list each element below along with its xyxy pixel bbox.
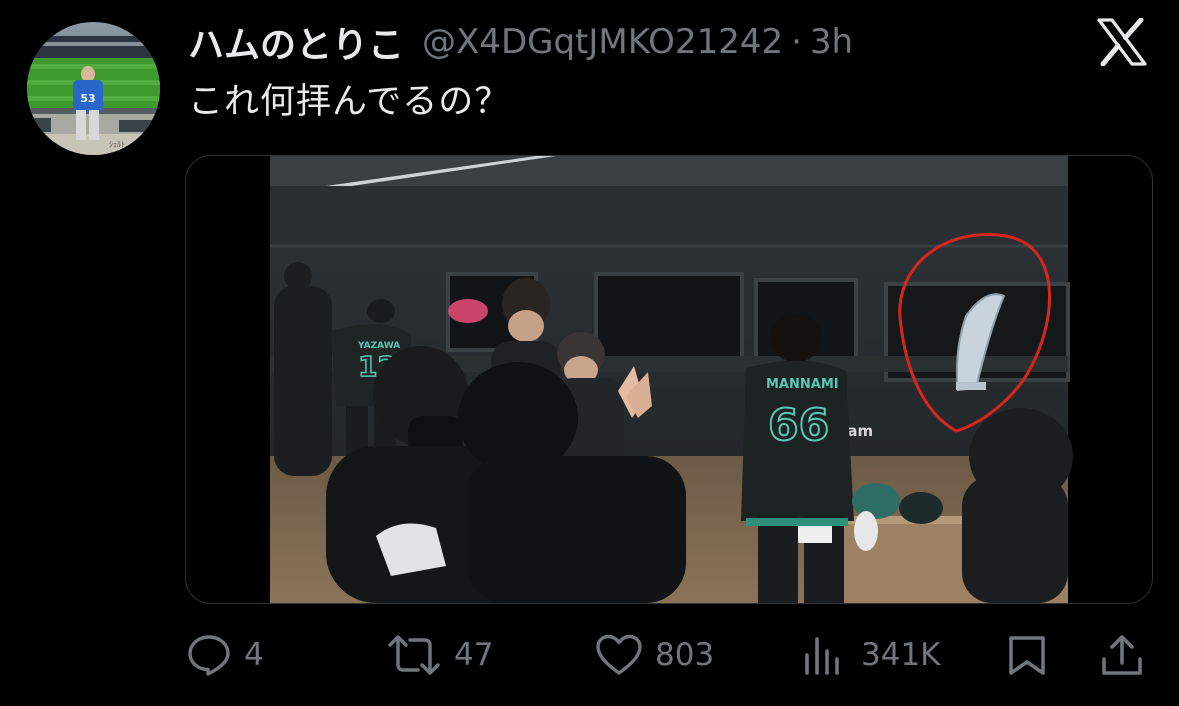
- display-name[interactable]: ハムのとりこ: [188, 16, 404, 68]
- tweet[interactable]: 53 ｼｪﾙﾄ ハムのとりこ @X4DGqtJMKO21242 · 3h これ何…: [0, 0, 1179, 706]
- speech-bubble-icon: [186, 633, 232, 677]
- reply-count: 4: [244, 637, 264, 673]
- timestamp[interactable]: 3h: [810, 22, 853, 62]
- views-button[interactable]: 341K: [801, 625, 941, 685]
- avatar-image: 53 ｼｪﾙﾄ: [27, 22, 160, 155]
- like-button[interactable]: 803: [595, 625, 714, 685]
- reply-button[interactable]: 4: [186, 625, 264, 685]
- bookmark-icon: [1005, 633, 1049, 677]
- retweet-arrows-icon: [386, 633, 442, 677]
- share-upload-icon: [1100, 633, 1144, 677]
- x-logo-icon[interactable]: [1097, 17, 1147, 67]
- tweet-media[interactable]: nham YAZAWA 12 MANNAMI 66: [185, 155, 1153, 604]
- avatar-jersey-number: 53: [80, 92, 95, 105]
- action-bar: 4 47 803 341K: [0, 625, 1179, 685]
- media-photo: nham YAZAWA 12 MANNAMI 66: [186, 156, 1152, 603]
- view-count: 341K: [861, 637, 941, 673]
- user-handle[interactable]: @X4DGqtJMKO21242: [422, 22, 783, 62]
- like-count: 803: [655, 637, 715, 673]
- heart-icon: [595, 633, 643, 677]
- bookmark-button[interactable]: [1005, 625, 1049, 685]
- avatar-caption: ｼｪﾙﾄ: [109, 140, 125, 149]
- player-name-mannami: MANNAMI: [766, 377, 839, 392]
- header-separator: ·: [791, 22, 802, 62]
- avatar[interactable]: 53 ｼｪﾙﾄ: [27, 22, 160, 155]
- tweet-text: これ何拝んでるの？: [188, 82, 511, 122]
- tweet-header: ハムのとりこ @X4DGqtJMKO21242 · 3h: [188, 12, 853, 72]
- share-button[interactable]: [1100, 625, 1144, 685]
- player-number-mannami: 66: [768, 400, 829, 451]
- bar-chart-icon: [801, 633, 849, 677]
- retweet-count: 47: [454, 637, 494, 673]
- retweet-button[interactable]: 47: [386, 625, 493, 685]
